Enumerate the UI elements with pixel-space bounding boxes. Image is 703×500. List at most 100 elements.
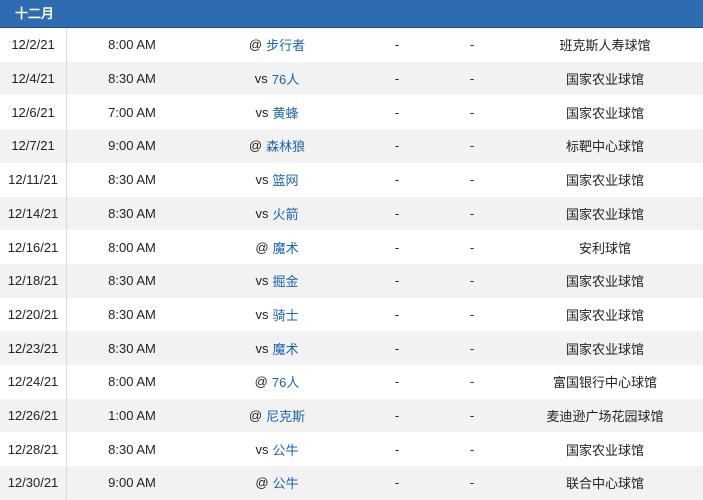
score-away: - bbox=[469, 205, 475, 221]
opponent-link[interactable]: 公牛 bbox=[273, 473, 299, 492]
score-home: - bbox=[394, 340, 400, 356]
home-away-indicator: vs bbox=[255, 172, 269, 188]
game-venue: 国家农业球馆 bbox=[565, 442, 644, 458]
game-venue: 国家农业球馆 bbox=[565, 72, 644, 88]
opponent-link[interactable]: 掘金 bbox=[272, 271, 298, 290]
game-opponent: @ 公牛 bbox=[197, 466, 357, 500]
game-opponent: vs 魔术 bbox=[197, 331, 357, 365]
home-away-indicator: @ bbox=[255, 239, 269, 255]
game-date: 12/26/21 bbox=[0, 398, 67, 433]
score-home: - bbox=[394, 104, 400, 120]
home-away-indicator: vs bbox=[255, 441, 269, 457]
game-venue: 国家农业球馆 bbox=[565, 341, 644, 357]
game-venue: 富国银行中心球馆 bbox=[552, 375, 657, 391]
game-venue: 班克斯人寿球馆 bbox=[559, 38, 651, 54]
score-away: - bbox=[469, 273, 475, 289]
game-date: 12/7/21 bbox=[0, 129, 67, 163]
score-home: - bbox=[394, 475, 400, 491]
game-time: 8:00 AM bbox=[108, 37, 156, 53]
game-opponent: vs 公牛 bbox=[197, 432, 357, 466]
score-away: - bbox=[469, 138, 475, 154]
game-date: 12/14/21 bbox=[0, 196, 67, 231]
score-home: - bbox=[394, 205, 400, 221]
game-date: 12/16/21 bbox=[0, 230, 67, 264]
game-opponent: vs 掘金 bbox=[197, 264, 357, 298]
game-opponent: @ 76人 bbox=[197, 365, 357, 399]
game-time: 8:00 AM bbox=[108, 374, 156, 390]
home-away-indicator: vs bbox=[255, 306, 269, 322]
score-away: - bbox=[469, 340, 475, 356]
table-row: 12/6/21 7:00 AM vs 黄蜂 - - 国家农业球馆 bbox=[0, 95, 703, 130]
game-date: 12/23/21 bbox=[0, 331, 67, 366]
score-home: - bbox=[394, 408, 400, 424]
game-opponent: vs 火箭 bbox=[197, 197, 357, 231]
game-opponent: @ 尼克斯 bbox=[197, 399, 357, 433]
opponent-link[interactable]: 火箭 bbox=[272, 204, 298, 223]
score-away: - bbox=[469, 306, 475, 322]
game-date: 12/4/21 bbox=[0, 61, 67, 96]
game-time: 8:30 AM bbox=[108, 441, 156, 457]
table-row: 12/23/21 8:30 AM vs 魔术 - - 国家农业球馆 bbox=[0, 331, 703, 366]
game-date: 12/18/21 bbox=[0, 263, 67, 298]
score-away: - bbox=[469, 374, 475, 390]
game-venue: 联合中心球馆 bbox=[565, 476, 644, 492]
game-venue: 安利球馆 bbox=[578, 240, 631, 256]
game-time: 1:00 AM bbox=[108, 408, 156, 424]
game-date: 12/11/21 bbox=[0, 162, 67, 197]
game-venue: 国家农业球馆 bbox=[565, 274, 644, 290]
opponent-link[interactable]: 黄蜂 bbox=[272, 103, 298, 122]
game-date: 12/2/21 bbox=[0, 28, 67, 62]
opponent-link[interactable]: 尼克斯 bbox=[266, 406, 305, 425]
opponent-link[interactable]: 步行者 bbox=[266, 35, 305, 54]
opponent-link[interactable]: 森林狼 bbox=[266, 136, 305, 155]
home-away-indicator: @ bbox=[248, 37, 263, 53]
score-home: - bbox=[394, 138, 400, 154]
opponent-link[interactable]: 公牛 bbox=[272, 440, 298, 459]
table-row: 12/14/21 8:30 AM vs 火箭 - - 国家农业球馆 bbox=[0, 196, 703, 231]
score-away: - bbox=[469, 172, 475, 188]
score-home: - bbox=[394, 37, 400, 53]
home-away-indicator: @ bbox=[248, 408, 263, 424]
game-opponent: vs 篮网 bbox=[197, 163, 357, 197]
game-time: 9:00 AM bbox=[108, 138, 156, 154]
opponent-link[interactable]: 76人 bbox=[272, 372, 299, 391]
home-away-indicator: vs bbox=[255, 104, 269, 120]
game-time: 8:00 AM bbox=[108, 239, 156, 255]
game-time: 8:30 AM bbox=[108, 273, 156, 289]
game-opponent: vs 骑士 bbox=[197, 298, 357, 332]
score-home: - bbox=[394, 374, 400, 390]
home-away-indicator: vs bbox=[254, 71, 268, 87]
game-date: 12/6/21 bbox=[0, 95, 67, 130]
table-row: 12/7/21 9:00 AM @ 森林狼 - - 标靶中心球馆 bbox=[0, 129, 703, 163]
table-row: 12/16/21 8:00 AM @ 魔术 - - 安利球馆 bbox=[0, 230, 703, 264]
game-date: 12/24/21 bbox=[0, 365, 67, 399]
game-venue: 国家农业球馆 bbox=[565, 105, 644, 121]
table-row: 12/20/21 8:30 AM vs 骑士 - - 国家农业球馆 bbox=[0, 297, 703, 332]
month-header: 十二月 bbox=[0, 0, 703, 28]
table-row: 12/28/21 8:30 AM vs 公牛 - - 国家农业球馆 bbox=[0, 432, 703, 467]
score-home: - bbox=[394, 273, 400, 289]
table-row: 12/11/21 8:30 AM vs 篮网 - - 国家农业球馆 bbox=[0, 162, 703, 197]
home-away-indicator: vs bbox=[255, 205, 269, 221]
game-venue: 麦迪逊广场花园球馆 bbox=[546, 409, 664, 425]
opponent-link[interactable]: 魔术 bbox=[273, 238, 299, 257]
score-away: - bbox=[469, 239, 475, 255]
game-opponent: @ 森林狼 bbox=[197, 129, 357, 163]
game-time: 8:30 AM bbox=[108, 172, 156, 188]
opponent-link[interactable]: 骑士 bbox=[272, 305, 298, 324]
opponent-link[interactable]: 篮网 bbox=[272, 170, 298, 189]
table-row: 12/2/21 8:00 AM @ 步行者 - - 班克斯人寿球馆 bbox=[0, 28, 703, 62]
score-away: - bbox=[469, 37, 475, 53]
table-row: 12/24/21 8:00 AM @ 76人 - - 富国银行中心球馆 bbox=[0, 365, 703, 399]
table-row: 12/26/21 1:00 AM @ 尼克斯 - - 麦迪逊广场花园球馆 bbox=[0, 398, 703, 433]
game-date: 12/30/21 bbox=[0, 466, 67, 500]
score-away: - bbox=[469, 71, 475, 87]
game-rows: 12/2/21 8:00 AM @ 步行者 - - 班克斯人寿球馆 12/4/2… bbox=[0, 28, 703, 500]
opponent-link[interactable]: 魔术 bbox=[272, 339, 298, 358]
game-opponent: vs 黄蜂 bbox=[197, 95, 357, 129]
home-away-indicator: @ bbox=[254, 374, 268, 390]
game-opponent: @ 魔术 bbox=[197, 230, 357, 264]
opponent-link[interactable]: 76人 bbox=[272, 69, 299, 88]
score-home: - bbox=[394, 441, 400, 457]
score-home: - bbox=[394, 306, 400, 322]
